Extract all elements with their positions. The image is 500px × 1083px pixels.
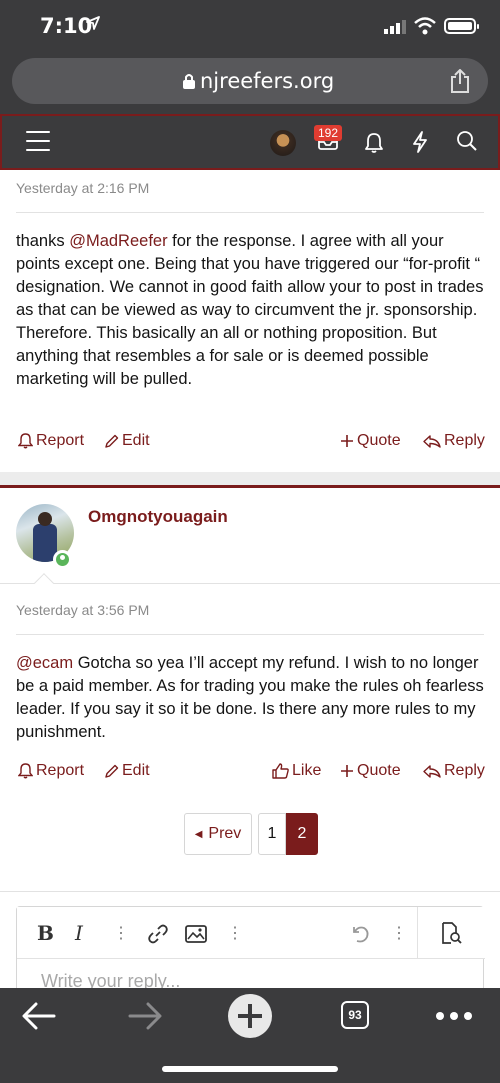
mention-link[interactable]: @ecam <box>16 654 73 672</box>
screen: 7:10 njreefers.org 192 Yesterday at 2:16… <box>0 0 500 1083</box>
post-timestamp[interactable]: Yesterday at 3:56 PM <box>16 602 149 618</box>
image-icon[interactable] <box>185 925 207 949</box>
pencil-icon <box>105 434 119 448</box>
reply-area: B I ⋮ ⋮ ⋮ Write your reply... <box>0 891 500 1006</box>
reply-button[interactable]: Reply <box>423 432 485 450</box>
reply-label: Reply <box>444 432 485 449</box>
plus-icon <box>341 435 353 447</box>
edit-button[interactable]: Edit <box>104 432 150 450</box>
lightning-icon[interactable] <box>412 131 428 158</box>
more-insert-options-icon[interactable]: ⋮ <box>227 923 243 943</box>
editor-toolbar: B I ⋮ ⋮ ⋮ <box>17 907 485 959</box>
new-tab-plus-icon[interactable] <box>228 994 272 1038</box>
address-bar[interactable]: njreefers.org <box>12 58 488 104</box>
url-text: njreefers.org <box>200 69 335 93</box>
italic-icon[interactable]: I <box>75 921 83 945</box>
share-icon[interactable] <box>450 68 470 98</box>
bold-icon[interactable]: B <box>37 921 54 945</box>
author-name[interactable]: Omgnotyouagain <box>88 507 228 527</box>
edit-button[interactable]: Edit <box>104 762 150 780</box>
reply-icon <box>423 434 441 448</box>
status-time: 7:10 <box>40 14 93 38</box>
user-avatar[interactable] <box>270 130 296 156</box>
browser-toolbar: 93 <box>0 988 500 1083</box>
edit-label: Edit <box>122 762 150 779</box>
quote-button[interactable]: Quote <box>340 432 401 450</box>
alerts-badge: 192 <box>314 125 343 141</box>
report-label: Report <box>36 432 85 449</box>
report-button[interactable]: Report <box>18 432 84 450</box>
link-icon[interactable] <box>147 923 169 951</box>
post-2: Omgnotyouagain Yesterday at 3:56 PM @eca… <box>0 485 500 801</box>
pencil-icon <box>105 764 119 778</box>
prev-label: Prev <box>208 825 242 842</box>
plus-icon <box>341 765 353 777</box>
mention-link[interactable]: @MadReefer <box>69 232 167 250</box>
search-icon[interactable] <box>456 130 478 157</box>
forward-arrow-icon[interactable] <box>128 1002 162 1035</box>
more-text-options-icon[interactable]: ⋮ <box>113 923 129 943</box>
online-status-icon <box>53 550 72 569</box>
bell-icon <box>18 433 33 449</box>
status-bar: 7:10 <box>0 0 500 54</box>
reply-label: Reply <box>444 762 485 779</box>
post-actions: Report Edit Like Quote Reply <box>0 762 500 786</box>
wifi-icon <box>414 17 436 40</box>
post-body: @ecam Gotcha so yea I’ll accept my refun… <box>16 652 486 744</box>
site-navbar: 192 <box>0 114 500 170</box>
report-button[interactable]: Report <box>18 762 84 780</box>
post-timestamp[interactable]: Yesterday at 2:16 PM <box>16 180 149 196</box>
post-author-row: Omgnotyouagain <box>0 488 500 593</box>
more-options-icon[interactable]: ⋮ <box>391 923 407 943</box>
prev-page-button[interactable]: ◀ Prev <box>184 813 252 855</box>
lock-icon <box>183 73 195 94</box>
bell-icon <box>18 763 33 779</box>
page-1-link[interactable]: 1 <box>258 813 286 855</box>
location-arrow-icon <box>86 16 100 35</box>
cellular-signal-icon <box>384 20 406 39</box>
post-1: Yesterday at 2:16 PM thanks @MadReefer f… <box>0 170 500 472</box>
post-text: Therefore. This basically an all or noth… <box>16 324 437 388</box>
thumbs-up-icon <box>272 763 289 779</box>
undo-icon[interactable] <box>349 923 371 951</box>
menu-icon[interactable] <box>26 131 50 153</box>
more-menu-icon[interactable] <box>436 1012 472 1020</box>
caret-left-icon: ◀ <box>194 828 203 840</box>
bell-icon[interactable] <box>364 132 384 159</box>
browser-url-area: njreefers.org <box>0 54 500 114</box>
quote-label: Quote <box>357 762 401 779</box>
home-indicator <box>162 1066 338 1072</box>
post-body: thanks @MadReefer for the response. I ag… <box>16 230 486 391</box>
tab-count-button[interactable]: 93 <box>341 1001 369 1029</box>
divider <box>16 634 484 635</box>
post-text: thanks <box>16 232 70 250</box>
edit-label: Edit <box>122 432 150 449</box>
post-actions: Report Edit Quote Reply <box>0 432 500 456</box>
post-text: Gotcha so yea I’ll accept my refund. I w… <box>16 654 484 741</box>
divider <box>0 583 500 584</box>
battery-icon <box>444 18 479 34</box>
like-label: Like <box>292 762 322 779</box>
back-arrow-icon[interactable] <box>22 1002 56 1035</box>
report-label: Report <box>36 762 85 779</box>
toolbar-divider <box>417 907 418 959</box>
quote-label: Quote <box>357 432 401 449</box>
author-arrow <box>34 573 54 593</box>
reply-button[interactable]: Reply <box>423 762 485 780</box>
pagination: ◀ Prev 1 2 <box>0 801 500 891</box>
like-button[interactable]: Like <box>272 762 321 780</box>
quote-button[interactable]: Quote <box>340 762 401 780</box>
page-2-current[interactable]: 2 <box>286 813 318 855</box>
divider <box>16 212 484 213</box>
reply-icon <box>423 764 441 778</box>
preview-icon[interactable] <box>439 921 463 951</box>
